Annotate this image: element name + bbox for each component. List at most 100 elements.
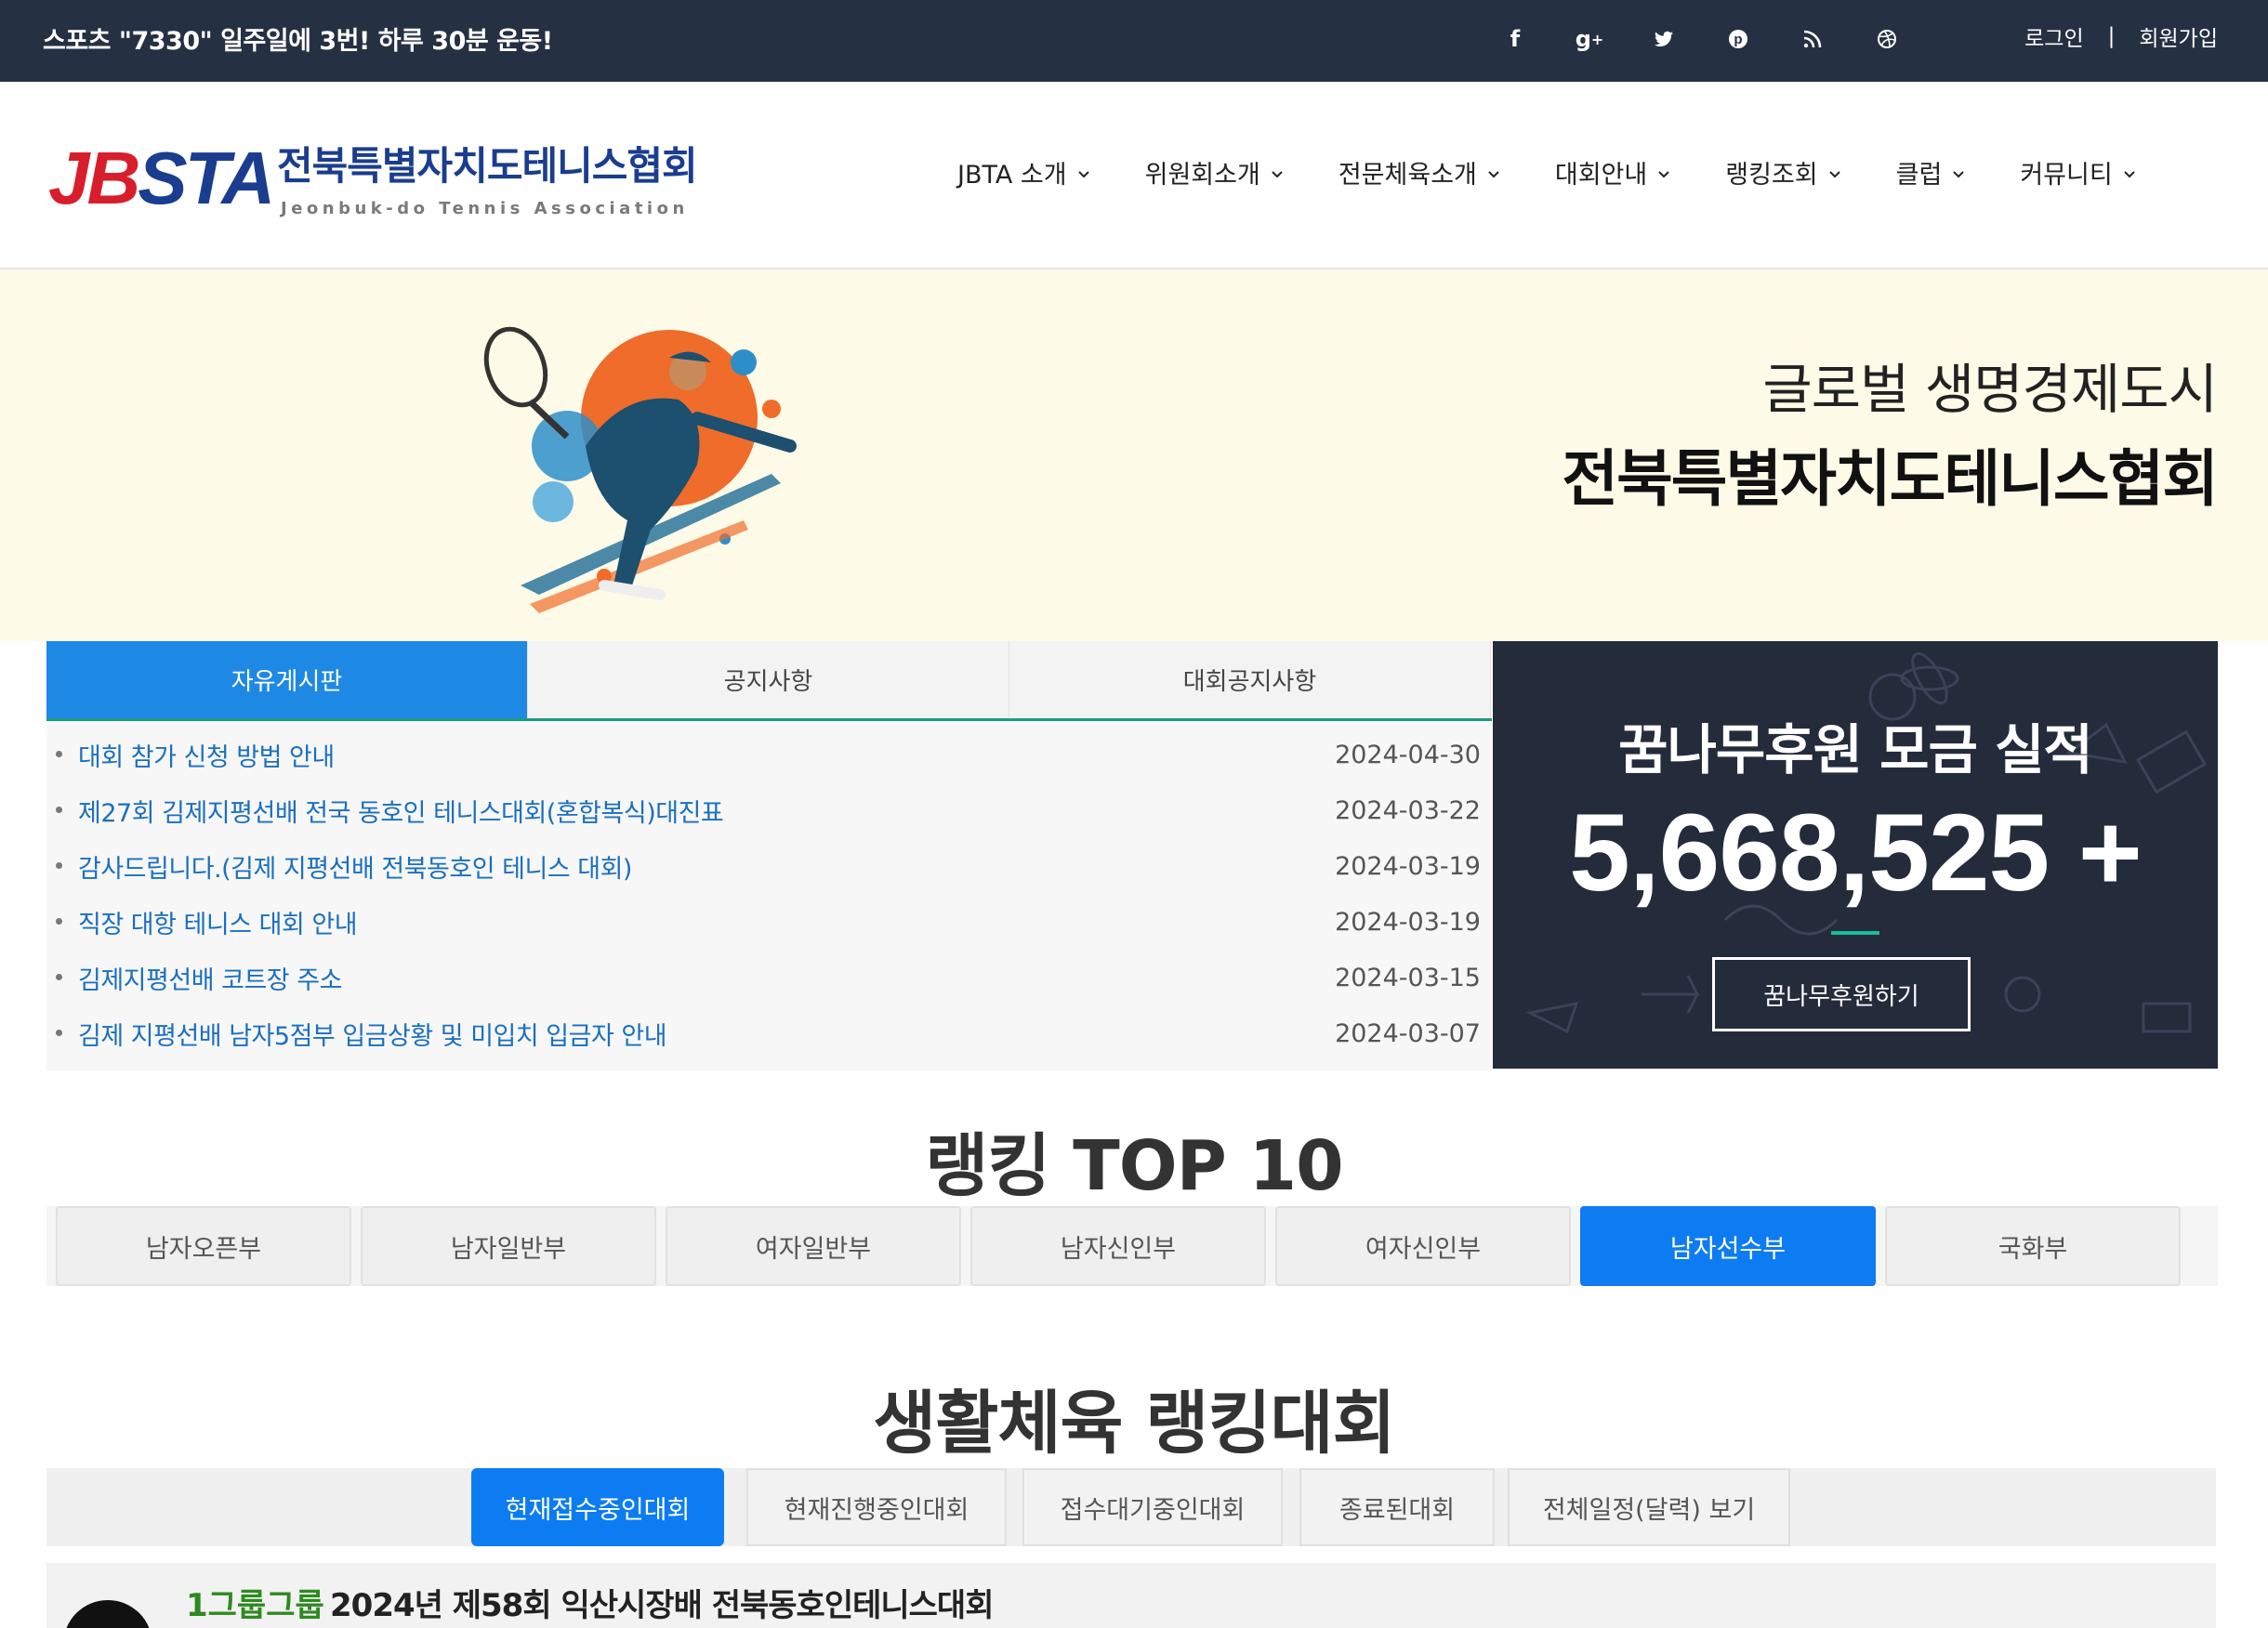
notice-board: 자유게시판 공지사항 대회공지사항 대회 참가 신청 방법 안내 2024-04-… — [46, 641, 1492, 1070]
tab-women-general[interactable]: 여자일반부 — [666, 1206, 961, 1286]
auth-separator: | — [2107, 24, 2116, 48]
tennis-player-illustration — [483, 326, 797, 613]
logo-korean-name: 전북특별자치도테니스협회 — [277, 143, 698, 189]
board-tabs: 자유게시판 공지사항 대회공지사항 — [46, 641, 1492, 721]
logo-english-name: Jeonbuk-do Tennis Association — [281, 199, 689, 218]
tab-women-rookie[interactable]: 여자신인부 — [1275, 1206, 1571, 1286]
bullet-icon — [56, 807, 62, 813]
bullet-icon — [56, 862, 62, 869]
list-item[interactable]: 대회 참가 신청 방법 안내 2024-04-30 — [46, 727, 1492, 782]
tab-pending[interactable]: 접수대기중인대회 — [1022, 1468, 1283, 1546]
competition-group: 1그룹그룹 — [186, 1587, 324, 1624]
post-date: 2024-03-15 — [1335, 963, 1481, 992]
nav-label: 랭킹조회 — [1725, 161, 1818, 190]
post-date: 2024-03-22 — [1335, 795, 1481, 825]
slogan: 스포츠 "7330" 일주일에 3번! 하루 30분 운동! — [43, 27, 553, 56]
bullet-icon — [56, 918, 62, 925]
nav-club[interactable]: 클럽 — [1896, 154, 1967, 190]
tab-gukhwa[interactable]: 국화부 — [1885, 1206, 2181, 1286]
post-title[interactable]: 감사드립니다.(김제 지평선배 전북동호인 테니스 대회) — [78, 848, 632, 885]
chevron-down-icon — [1488, 170, 1499, 177]
pinterest-icon[interactable]: p — [1701, 19, 1775, 59]
signup-link[interactable]: 회원가입 — [2139, 20, 2218, 52]
tab-finished[interactable]: 종료된대회 — [1299, 1468, 1495, 1546]
tab-men-general[interactable]: 남자일반부 — [361, 1206, 656, 1286]
hero-subtitle: 글로벌 생명경제도시 — [1762, 358, 2218, 421]
post-date: 2024-04-30 — [1335, 740, 1481, 769]
competition-tabs: 현재접수중인대회 현재진행중인대회 접수대기중인대회 종료된대회 전체일정(달력… — [46, 1468, 2216, 1546]
post-title[interactable]: 김제지평선배 코트장 주소 — [78, 960, 342, 996]
donate-button[interactable]: 꿈나무후원하기 — [1712, 957, 1971, 1031]
chevron-down-icon — [1658, 170, 1669, 177]
chevron-down-icon — [1953, 170, 1965, 177]
site-header: JBSTA 전북특별자치도테니스협회 Jeonbuk-do Tennis Ass… — [0, 82, 2268, 269]
nav-community[interactable]: 커뮤니티 — [2020, 154, 2136, 190]
list-item[interactable]: 제27회 김제지평선배 전국 동호인 테니스대회(혼합복식)대진표 2024-03… — [46, 782, 1492, 838]
logo-mark-red: JB — [48, 137, 140, 219]
featured-competition[interactable]: 1그룹그룹 2024년 제58회 익산시장배 전북동호인테니스대회 — [46, 1563, 2216, 1628]
list-item[interactable]: 감사드립니다.(김제 지평선배 전북동호인 테니스 대회) 2024-03-19 — [46, 838, 1492, 894]
post-date: 2024-03-19 — [1335, 907, 1481, 937]
nav-label: 대회안내 — [1554, 161, 1648, 190]
nav-jbta-intro[interactable]: JBTA 소개 — [957, 154, 1091, 190]
nav-elite-sports[interactable]: 전문체육소개 — [1338, 154, 1501, 190]
chevron-down-icon — [2123, 170, 2135, 177]
post-title[interactable]: 김제 지평선배 남자5점부 입금상황 및 미입치 입금자 안내 — [78, 1016, 667, 1052]
nav-ranking[interactable]: 랭킹조회 — [1725, 154, 1841, 190]
auth-links: 로그인 | 회원가입 — [2024, 20, 2218, 52]
nav-label: 위원회소개 — [1144, 161, 1260, 190]
competition-title[interactable]: 2024년 제58회 익산시장배 전북동호인테니스대회 — [330, 1580, 994, 1625]
logo-mark: JBSTA — [48, 141, 275, 216]
list-item[interactable]: 김제 지평선배 남자5점부 입금상황 및 미입치 입금자 안내 2024-03-0… — [46, 1005, 1492, 1061]
social-links: f g + p — [1478, 19, 1924, 59]
tab-calendar[interactable]: 전체일정(달력) 보기 — [1508, 1468, 1790, 1546]
login-link[interactable]: 로그인 — [2024, 20, 2083, 52]
main-nav: JBTA 소개 위원회소개 전문체육소개 대회안내 랭킹조회 클럽 커뮤니티 — [957, 154, 2137, 190]
list-item[interactable]: 김제지평선배 코트장 주소 2024-03-15 — [46, 950, 1492, 1005]
post-title[interactable]: 대회 참가 신청 방법 안내 — [78, 737, 335, 773]
nav-label: 전문체육소개 — [1338, 161, 1477, 190]
nav-tournaments[interactable]: 대회안내 — [1555, 154, 1671, 190]
post-date: 2024-03-19 — [1335, 851, 1481, 881]
bullet-icon — [56, 1030, 62, 1036]
chevron-down-icon — [1272, 170, 1283, 177]
bullet-icon — [56, 751, 62, 757]
chevron-down-icon — [1077, 170, 1089, 177]
hero-title: 전북특별자치도테니스협회 — [1562, 443, 2219, 515]
dribbble-icon[interactable] — [1850, 19, 1924, 59]
bullet-icon — [56, 974, 62, 980]
competition-thumbnail — [63, 1600, 152, 1628]
ranking-tabs: 남자오픈부 남자일반부 여자일반부 남자신인부 여자신인부 남자선수부 국화부 — [46, 1206, 2218, 1286]
hero-banner: 글로벌 생명경제도시 전북특별자치도테니스협회 — [0, 269, 2268, 641]
post-list: 대회 참가 신청 방법 안내 2024-04-30 제27회 김제지평선배 전국 … — [46, 727, 1492, 1061]
tab-tournament-notices[interactable]: 대회공지사항 — [1009, 641, 1491, 718]
post-title[interactable]: 직장 대항 테니스 대회 안내 — [78, 904, 358, 940]
nav-committee[interactable]: 위원회소개 — [1145, 154, 1285, 190]
tab-men-open[interactable]: 남자오픈부 — [56, 1206, 351, 1286]
tab-free-board[interactable]: 자유게시판 — [46, 641, 528, 718]
twitter-icon[interactable] — [1627, 19, 1701, 59]
chevron-down-icon — [1828, 170, 1840, 177]
ranking-title: 랭킹 TOP 10 — [925, 1126, 1343, 1206]
post-title[interactable]: 제27회 김제지평선배 전국 동호인 테니스대회(혼합복식)대진표 — [78, 793, 724, 829]
nav-label: 커뮤니티 — [2020, 161, 2113, 190]
nav-label: JBTA 소개 — [957, 161, 1067, 190]
google-plus-icon[interactable]: g + — [1552, 19, 1627, 59]
tab-men-player[interactable]: 남자선수부 — [1580, 1206, 1876, 1286]
tab-in-progress[interactable]: 현재진행중인대회 — [746, 1468, 1007, 1546]
top-bar: 스포츠 "7330" 일주일에 3번! 하루 30분 운동! f g + p 로그… — [0, 0, 2268, 82]
facebook-icon[interactable]: f — [1478, 19, 1552, 59]
svg-text:p: p — [1734, 32, 1742, 47]
logo-mark-blue: STA — [138, 137, 275, 219]
post-date: 2024-03-07 — [1335, 1018, 1481, 1048]
nav-label: 클럽 — [1895, 161, 1943, 190]
site-logo[interactable]: JBSTA 전북특별자치도테니스협회 Jeonbuk-do Tennis Ass… — [48, 141, 699, 225]
tab-notices[interactable]: 공지사항 — [528, 641, 1009, 718]
list-item[interactable]: 직장 대항 테니스 대회 안내 2024-03-19 — [46, 894, 1492, 950]
divider — [1831, 931, 1879, 935]
life-sports-title: 생활체육 랭킹대회 — [873, 1384, 1395, 1464]
tab-accepting[interactable]: 현재접수중인대회 — [471, 1468, 724, 1546]
donation-amount: 5,668,525 + — [1569, 792, 2143, 914]
rss-icon[interactable] — [1775, 19, 1850, 59]
tab-men-rookie[interactable]: 남자신인부 — [970, 1206, 1266, 1286]
